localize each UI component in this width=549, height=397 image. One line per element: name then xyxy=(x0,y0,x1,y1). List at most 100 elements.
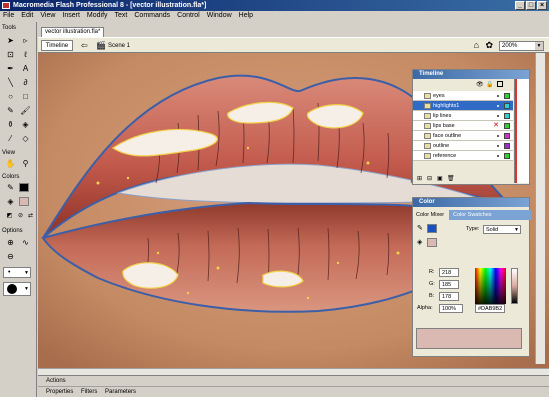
tab-properties[interactable]: Properties xyxy=(46,389,73,395)
tab-filters[interactable]: Filters xyxy=(81,389,97,395)
menu-view[interactable]: View xyxy=(40,11,55,21)
layer-row[interactable]: outline xyxy=(413,141,513,151)
stage-horizontal-scrollbar[interactable] xyxy=(38,368,549,375)
hex-input[interactable]: #DAB9B2 xyxy=(475,304,505,313)
zoom-value: 200% xyxy=(502,43,518,49)
actions-panel-header[interactable]: Actions xyxy=(38,376,549,387)
flash-app-window: Macromedia Flash Professional 8 - [vecto… xyxy=(0,0,549,397)
tab-color-swatches[interactable]: Color Swatches xyxy=(453,210,492,220)
brightness-slider[interactable] xyxy=(511,268,518,304)
alpha-input[interactable]: 100% xyxy=(439,304,463,313)
menu-modify[interactable]: Modify xyxy=(87,11,108,21)
fill-color-swatch[interactable] xyxy=(19,197,29,206)
close-button[interactable]: × xyxy=(537,1,547,10)
stroke-color-swatch[interactable] xyxy=(427,224,437,233)
subselection-tool-icon[interactable]: ▹ xyxy=(19,35,32,47)
r-input[interactable]: 218 xyxy=(439,268,459,277)
menu-help[interactable]: Help xyxy=(239,11,253,21)
window-title: Macromedia Flash Professional 8 - [vecto… xyxy=(13,2,207,9)
snap-to-objects-icon[interactable]: ⊕ xyxy=(4,237,17,249)
add-layer-icon[interactable]: ⊞ xyxy=(417,175,422,182)
add-folder-icon[interactable]: ▣ xyxy=(437,175,443,182)
brush-shape-select[interactable]: ▼ xyxy=(3,282,31,296)
free-transform-tool-icon[interactable]: ⊡ xyxy=(4,49,17,61)
minimize-button[interactable]: _ xyxy=(515,1,525,10)
menu-edit[interactable]: Edit xyxy=(21,11,33,21)
stroke-pencil-icon[interactable]: ✎ xyxy=(417,224,423,232)
oval-tool-icon[interactable]: ○ xyxy=(4,91,17,103)
brush-size-select[interactable]: • ▼ xyxy=(3,267,31,278)
smooth-icon[interactable]: ∿ xyxy=(19,237,32,249)
menu-control[interactable]: Control xyxy=(177,11,200,21)
selection-tool-icon[interactable]: ➤ xyxy=(4,35,17,47)
eyedropper-tool-icon[interactable]: ⁄ xyxy=(4,133,17,145)
text-tool-icon[interactable]: A xyxy=(19,63,32,75)
menu-insert[interactable]: Insert xyxy=(62,11,80,21)
tab-parameters[interactable]: Parameters xyxy=(105,389,136,395)
g-input[interactable]: 185 xyxy=(439,280,459,289)
ink-bottle-tool-icon[interactable]: ⚱ xyxy=(4,119,17,131)
straighten-icon[interactable]: ⊖ xyxy=(4,251,17,263)
eye-visibility-icon[interactable]: 👁 xyxy=(476,81,484,88)
line-tool-icon[interactable]: ╲ xyxy=(4,77,17,89)
menu-commands[interactable]: Commands xyxy=(134,11,170,21)
b-input[interactable]: 178 xyxy=(439,292,459,301)
pen-tool-icon[interactable]: ✒ xyxy=(4,63,17,75)
layer-row[interactable]: reference xyxy=(413,151,513,161)
layer-row[interactable]: face outline xyxy=(413,131,513,141)
zoom-select[interactable]: 200% ▼ xyxy=(499,41,544,51)
outline-toggle-icon[interactable] xyxy=(497,81,503,87)
fill-bucket-icon[interactable]: ◈ xyxy=(417,238,422,246)
timeline-panel-header[interactable]: Timeline xyxy=(413,70,529,79)
layer-row[interactable]: lip lines xyxy=(413,111,513,121)
hand-tool-icon[interactable]: ✋ xyxy=(4,158,17,170)
rectangle-tool-icon[interactable]: □ xyxy=(19,91,32,103)
stroke-color-icon[interactable]: ✎ xyxy=(4,182,17,194)
fill-color-icon[interactable]: ◈ xyxy=(4,196,17,208)
fill-color-swatch[interactable] xyxy=(427,238,437,247)
paint-bucket-tool-icon[interactable]: ◈ xyxy=(19,119,32,131)
lasso-tool-icon[interactable]: ℓ xyxy=(19,49,32,61)
layer-name: face outline xyxy=(433,133,462,139)
tab-color-mixer[interactable]: Color Mixer xyxy=(413,210,449,220)
layer-icon xyxy=(424,103,431,109)
playhead[interactable] xyxy=(515,79,517,183)
lasso-select-icon[interactable]: ∂ xyxy=(19,77,32,89)
eraser-tool-icon[interactable]: ◇ xyxy=(19,133,32,145)
menu-window[interactable]: Window xyxy=(207,11,232,21)
layer-icon xyxy=(424,133,431,139)
menu-file[interactable]: File xyxy=(3,11,14,21)
lock-icon[interactable]: 🔒 xyxy=(486,81,493,88)
pencil-tool-icon[interactable]: ✎ xyxy=(4,105,17,117)
layer-row[interactable]: eyes xyxy=(413,91,513,101)
layer-icon xyxy=(424,113,431,119)
delete-layer-icon[interactable]: 🗑 xyxy=(447,175,455,182)
edit-scene-icon[interactable]: ⌂ xyxy=(474,40,479,50)
color-panel-header[interactable]: Color xyxy=(413,198,529,207)
layer-name: lips base xyxy=(433,123,455,129)
bottom-panels: Actions Properties Filters Parameters xyxy=(38,375,549,397)
stroke-color-swatch[interactable] xyxy=(19,183,29,192)
back-arrow-icon[interactable]: ⇦ xyxy=(81,41,88,50)
add-guide-icon[interactable]: ⊟ xyxy=(427,175,432,182)
color-spectrum[interactable] xyxy=(475,268,506,304)
stage-vertical-scrollbar[interactable] xyxy=(535,53,545,364)
actions-label: Actions xyxy=(46,378,66,384)
maximize-button[interactable]: □ xyxy=(526,1,536,10)
layer-row[interactable]: highlights1 xyxy=(413,101,513,111)
scene-label[interactable]: Scene 1 xyxy=(108,41,130,51)
default-colors-icon[interactable]: ⇄ xyxy=(24,210,37,222)
timeline-toggle-button[interactable]: Timeline xyxy=(41,40,73,51)
menu-text[interactable]: Text xyxy=(115,11,128,21)
properties-panel-header[interactable]: Properties Filters Parameters xyxy=(38,387,549,397)
layer-name: eyes xyxy=(433,93,445,99)
brush-tool-icon[interactable]: 🖌 xyxy=(19,105,32,117)
zoom-tool-icon[interactable]: ⚲ xyxy=(19,158,32,170)
edit-symbol-icon[interactable]: ✿ xyxy=(485,40,493,50)
layer-icon xyxy=(424,143,431,149)
layer-row[interactable]: lips base ✕ xyxy=(413,121,513,131)
alpha-label: Alpha: xyxy=(417,305,433,311)
type-select[interactable]: Solid ▼ xyxy=(483,225,521,234)
document-tab[interactable]: vector illustration.fla* xyxy=(41,27,104,37)
frame-column[interactable] xyxy=(514,79,529,183)
